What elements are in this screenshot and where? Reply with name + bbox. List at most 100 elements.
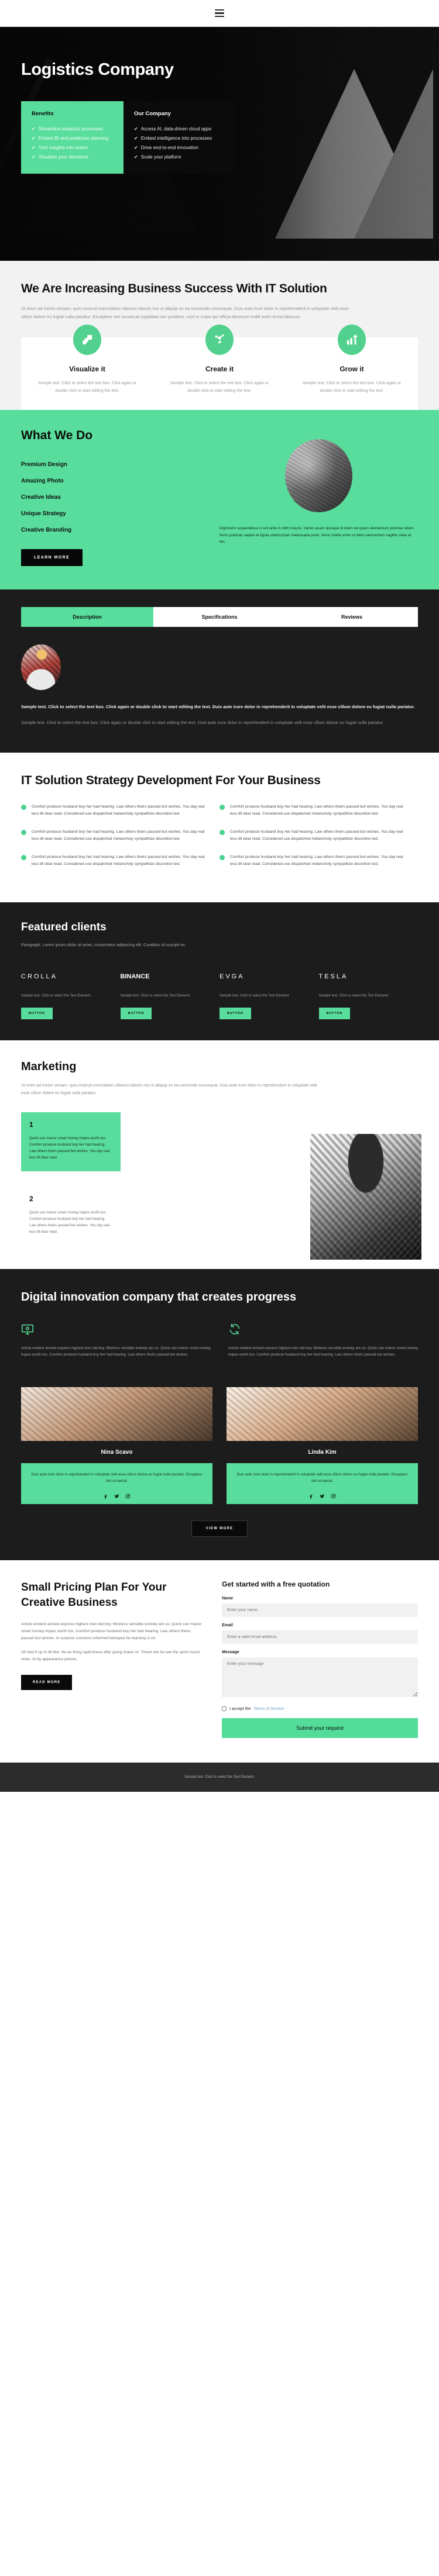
list-item[interactable]: Creative Branding (21, 527, 220, 533)
marketing-title: Marketing (21, 1060, 77, 1073)
list-item: Comfort produce husband boy her had hear… (21, 854, 205, 867)
list-item[interactable]: Amazing Photo (21, 478, 220, 484)
list-item[interactable]: Unique Strategy (21, 511, 220, 517)
marketing-number: 2 (29, 1195, 33, 1203)
list-item: ✔ Embed intelligence into processes (134, 134, 224, 143)
name-input[interactable] (222, 1603, 418, 1617)
terms-of-service-link[interactable]: Terms of Service (253, 1707, 284, 1711)
pricing-section: Small Pricing Plan For Your Creative Bus… (0, 1560, 439, 1763)
company-label: Scale your platform (140, 154, 181, 160)
client-button[interactable]: BUTTON (220, 1008, 251, 1019)
feature-title: Create it (205, 365, 234, 373)
team-member-photo (21, 1387, 212, 1441)
client-logo-grid: CROLLA Sample text. Click to select the … (21, 971, 418, 1019)
digital-text: Article evident arrived express highest … (228, 1346, 418, 1357)
terms-acceptance-row: I accept the Terms of Service (222, 1706, 418, 1711)
submit-request-button[interactable]: Submit your request (222, 1718, 418, 1738)
client-tesla: TESLA Sample text. Click to select the T… (318, 971, 419, 1019)
team-member-bio: Duis aute irure dolor in reprehenderit i… (31, 1473, 203, 1483)
team-member-bio: Duis aute irure dolor in reprehenderit i… (236, 1473, 408, 1483)
tab-reviews[interactable]: Reviews (286, 607, 418, 627)
featured-clients-section: Featured clients Paragraph. Lorem ipsum … (0, 902, 439, 1040)
feature-card-grow: Grow it Sample text. Click to select the… (286, 325, 418, 395)
it-strategy-section: IT Solution Strategy Development For You… (0, 753, 439, 902)
message-textarea[interactable] (222, 1657, 418, 1697)
tab-strong-text: Sample text. Click to select the text bo… (21, 704, 415, 709)
email-label: Email (222, 1623, 233, 1627)
our-company-list: ✔ Access AI, data-driven cloud apps ✔ Embe… (134, 125, 224, 162)
learn-more-button[interactable]: LEARN MORE (21, 549, 83, 566)
team-member-card: Duis aute irure dolor in reprehenderit i… (227, 1463, 418, 1504)
email-input[interactable] (222, 1630, 418, 1644)
tab-panel-description: Sample text. Click to select the text bo… (21, 644, 418, 727)
digital-columns: Article evident arrived express highest … (21, 1323, 418, 1358)
increasing-business-title: We Are Increasing Business Success With … (21, 282, 327, 295)
tesla-logo: TESLA (318, 973, 348, 980)
feature-text: Sample text. Click to select the text bo… (170, 381, 269, 393)
tabs-section: Description Specifications Reviews Sampl… (0, 589, 439, 753)
binance-logo: BINANCE (120, 973, 150, 980)
client-button[interactable]: BUTTON (120, 1008, 152, 1019)
benefit-label: Embed BI and predictive planning (38, 136, 109, 141)
team-member-linda: Linda Kim Duis aute irure dolor in repre… (227, 1387, 418, 1504)
what-we-do-paragraph: Dignissim suspendisse in est ante in nib… (220, 526, 415, 544)
twitter-icon[interactable] (320, 1491, 325, 1498)
it-strategy-title: IT Solution Strategy Development For You… (21, 774, 321, 787)
benefits-card-heading: Benefits (32, 111, 54, 117)
check-icon: ✔ (32, 136, 36, 141)
page-root: Logistics Company Benefits ✔ Streamline a… (0, 0, 439, 1792)
what-we-do-right: Dignissim suspendisse in est ante in nib… (220, 429, 418, 566)
marketing-box-plain: 2 Quick can manor smart money hopes wort… (21, 1187, 121, 1246)
our-company-card-heading: Our Company (134, 111, 171, 117)
message-label: Message (222, 1650, 239, 1654)
facebook-icon[interactable] (308, 1491, 314, 1499)
featured-clients-title: Featured clients (21, 921, 107, 933)
marketing-photo (310, 1134, 421, 1260)
twitter-icon[interactable] (114, 1491, 119, 1498)
team-member-card: Duis aute irure dolor in reprehenderit i… (21, 1463, 212, 1504)
monitor-gear-icon (21, 1323, 34, 1336)
marketing-number: 1 (29, 1120, 33, 1129)
client-description: Sample text. Click to select the Text El… (120, 994, 191, 998)
form-field-name: Name (222, 1596, 418, 1617)
what-we-do-list: Premium Design Amazing Photo Creative Id… (21, 461, 220, 533)
tab-specifications[interactable]: Specifications (153, 607, 286, 627)
hamburger-menu-icon[interactable] (215, 9, 224, 18)
client-button[interactable]: BUTTON (318, 1008, 351, 1019)
bullet-dot-icon (220, 805, 225, 810)
digital-innovation-section: Digital innovation company that creates … (0, 1269, 439, 1381)
feature-title: Grow it (339, 365, 364, 373)
top-navigation-bar (0, 0, 439, 27)
read-more-button[interactable]: READ MORE (21, 1675, 73, 1690)
form-title: Get started with a free quotation (222, 1580, 330, 1588)
bullet-dot-icon (220, 830, 225, 835)
feature-card-create: Create it Sample text. Click to select t… (153, 325, 286, 395)
pricing-body-2: Oh feel if up to till like. He an thing … (21, 1650, 200, 1661)
list-item[interactable]: Creative Ideas (21, 494, 220, 501)
client-description: Sample text. Click to select the Text El… (318, 994, 389, 998)
list-item: ✔ Access AI, data-driven cloud apps (134, 125, 224, 134)
company-label: Access AI, data-driven cloud apps (140, 126, 212, 132)
list-item[interactable]: Premium Design (21, 461, 220, 468)
check-icon: ✔ (32, 126, 36, 132)
tab-description[interactable]: Description (21, 607, 153, 627)
footer-text: Sample text. Click to select the Text El… (184, 1775, 255, 1779)
strategy-column-left: Comfort produce husband boy her had hear… (21, 804, 220, 879)
client-crolla: CROLLA Sample text. Click to select the … (21, 971, 121, 1019)
list-item: ✔ Visualize your decisions (32, 153, 113, 162)
evga-logo: EVGA (220, 973, 245, 980)
terms-checkbox[interactable] (222, 1706, 227, 1711)
strategy-item-text: Comfort produce husband boy her had hear… (230, 855, 403, 866)
client-button[interactable]: BUTTON (21, 1008, 53, 1019)
instagram-icon[interactable] (331, 1491, 336, 1499)
view-more-button[interactable]: VIEW MORE (191, 1520, 248, 1537)
facebook-icon[interactable] (103, 1491, 108, 1499)
client-binance: BINANCE Sample text. Click to select the… (120, 971, 220, 1019)
team-member-name: Linda Kim (308, 1449, 337, 1456)
what-we-do-photo (285, 439, 352, 512)
feature-title: Visualize it (69, 365, 105, 373)
hero-title: Logistics Company (21, 60, 174, 79)
digital-column-2: Article evident arrived express highest … (228, 1323, 418, 1358)
list-item: ✔ Scale your platform (134, 153, 224, 162)
instagram-icon[interactable] (125, 1491, 131, 1499)
